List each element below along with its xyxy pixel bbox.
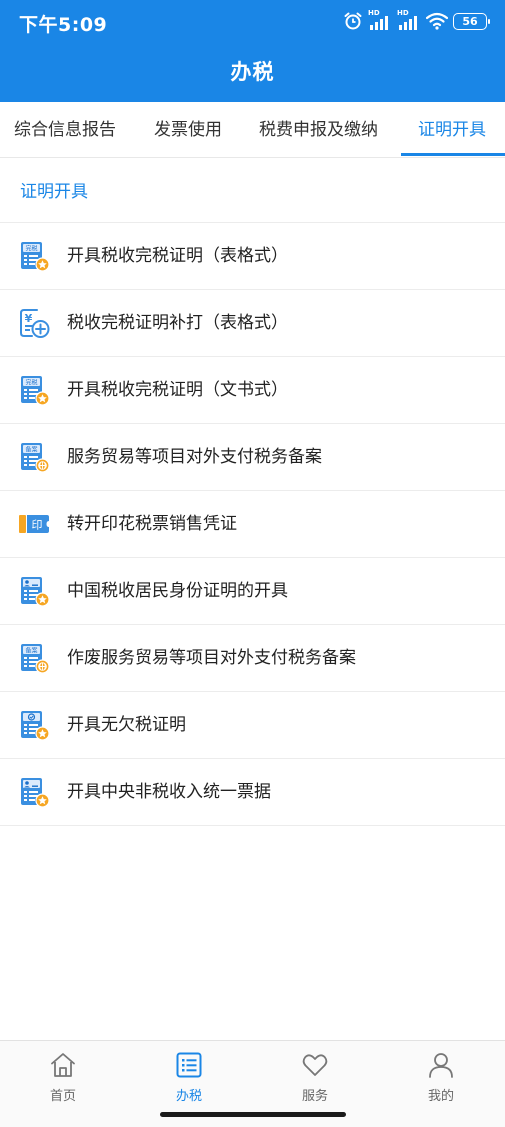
nav-label: 首页	[49, 1089, 76, 1104]
wifi-icon	[426, 12, 448, 30]
signal-icon-2: HD	[397, 9, 421, 32]
nav-service[interactable]: 服务	[252, 1041, 378, 1111]
beian-globe-icon: 备案	[21, 644, 50, 674]
list-item[interactable]: 开具中央非税收入统一票据	[0, 759, 505, 826]
item-label: 转开印花税票销售凭证	[67, 514, 237, 534]
tab-tax-declaration[interactable]: 税费申报及缴纳	[259, 102, 378, 158]
list-item[interactable]: 备案 服务贸易等项目对外支付税务备案	[0, 424, 505, 491]
certificate-list: 完税 开具税收完税证明（表格式） ¥ 税收完税证明补打（表格式） 完税 开具税收…	[0, 223, 505, 826]
list-item[interactable]: 中国税收居民身份证明的开具	[0, 558, 505, 625]
active-tab-indicator	[401, 153, 505, 156]
tab-invoice-usage[interactable]: 发票使用	[154, 102, 222, 158]
list-item[interactable]: 完税 开具税收完税证明（文书式）	[0, 357, 505, 424]
status-bar: 下午5:09 HD HD 56	[0, 0, 505, 40]
icon-badge-text: 印	[32, 519, 43, 532]
tab-certificate-issuance[interactable]: 证明开具	[418, 102, 486, 158]
list-item[interactable]: ¥ 税收完税证明补打（表格式）	[0, 290, 505, 357]
item-label: 中国税收居民身份证明的开具	[67, 581, 288, 601]
list-item[interactable]: 完税 开具税收完税证明（表格式）	[0, 223, 505, 290]
resident-identity-icon	[21, 577, 50, 607]
nav-home[interactable]: 首页	[0, 1041, 126, 1111]
battery-icon: 56	[453, 12, 490, 30]
home-icon	[51, 1053, 75, 1077]
icon-badge-text: 完税	[25, 379, 37, 387]
icon-badge-text: 完税	[25, 245, 37, 253]
alarm-icon	[344, 12, 362, 30]
item-label: 税收完税证明补打（表格式）	[67, 313, 288, 333]
person-icon	[429, 1053, 453, 1078]
no-arrears-icon	[21, 711, 50, 741]
battery-level: 56	[462, 14, 478, 28]
status-icons: HD HD 56	[343, 9, 490, 33]
item-label: 开具税收完税证明（表格式）	[67, 246, 288, 266]
nav-tax[interactable]: 办税	[126, 1041, 252, 1111]
wanshui-certificate-icon: 完税	[21, 376, 50, 406]
home-indicator	[160, 1112, 346, 1117]
central-receipt-icon	[21, 778, 50, 808]
wanshui-certificate-icon: 完税	[21, 242, 50, 272]
page-title: 办税	[230, 60, 275, 84]
item-label: 作废服务贸易等项目对外支付税务备案	[67, 648, 356, 668]
heart-icon	[302, 1054, 328, 1076]
item-label: 服务贸易等项目对外支付税务备案	[67, 447, 322, 467]
yuan-add-icon: ¥	[20, 309, 50, 338]
section-title: 证明开具	[20, 182, 88, 202]
icon-badge-text: 备案	[25, 446, 37, 454]
nav-label: 办税	[175, 1089, 202, 1104]
status-time: 下午5:09	[19, 14, 108, 36]
item-label: 开具无欠税证明	[67, 715, 186, 735]
list-icon	[176, 1052, 202, 1078]
nav-label: 我的	[427, 1089, 454, 1104]
tab-comprehensive-report[interactable]: 综合信息报告	[14, 102, 116, 158]
tabs-divider	[0, 157, 505, 158]
nav-mine[interactable]: 我的	[378, 1041, 504, 1111]
beian-globe-icon: 备案	[21, 443, 50, 473]
icon-badge-text: 备案	[25, 647, 37, 655]
list-item[interactable]: 印 转开印花税票销售凭证	[0, 491, 505, 558]
item-label: 开具税收完税证明（文书式）	[67, 380, 288, 400]
stamp-ticket-icon: 印	[19, 515, 49, 533]
list-item[interactable]: 开具无欠税证明	[0, 692, 505, 759]
app-header: 下午5:09 HD HD 56 办税	[0, 0, 505, 102]
item-label: 开具中央非税收入统一票据	[67, 782, 271, 802]
nav-label: 服务	[301, 1089, 328, 1104]
tab-bar: 综合信息报告 发票使用 税费申报及缴纳 证明开具	[0, 102, 505, 158]
icon-badge-text: ¥	[25, 312, 33, 325]
list-item[interactable]: 备案 作废服务贸易等项目对外支付税务备案	[0, 625, 505, 692]
signal-icon-1: HD	[368, 9, 392, 32]
